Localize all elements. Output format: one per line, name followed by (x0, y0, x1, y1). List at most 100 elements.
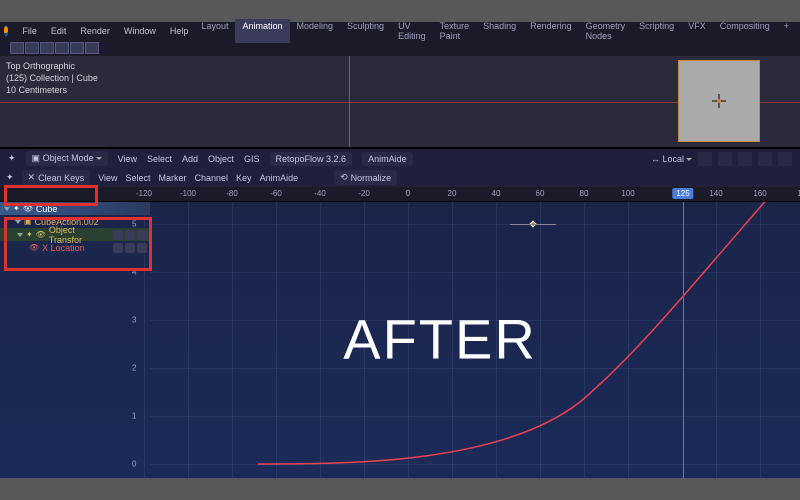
menu-animaide[interactable]: AnimAide (260, 173, 299, 183)
menu-key[interactable]: Key (236, 173, 252, 183)
frame-tick: -20 (358, 189, 370, 198)
menu-gis[interactable]: GIS (244, 154, 260, 164)
gridline-h (150, 464, 800, 465)
workspace-tabs: Layout Animation Modeling Sculpting UV E… (194, 19, 800, 43)
playhead-label[interactable]: 125 (672, 188, 693, 199)
y-axis-label: 0 (132, 460, 136, 469)
disclosure-icon[interactable] (15, 220, 21, 224)
iconbar-box[interactable] (70, 42, 84, 54)
tab-layout[interactable]: Layout (194, 19, 235, 43)
channel-label: Cube (36, 204, 58, 214)
channel-x-location[interactable]: 👁 X Location (0, 241, 150, 254)
iconbar-box[interactable] (40, 42, 54, 54)
menu-select[interactable]: Select (147, 154, 172, 164)
checkbox-icon[interactable] (125, 230, 135, 240)
frame-tick: -120 (136, 189, 152, 198)
camera-preview[interactable] (678, 60, 760, 142)
overlay-watermark: AFTER (343, 306, 537, 371)
channel-object-transform[interactable]: ✦ 👁 Object Transfor (0, 228, 150, 241)
eye-icon[interactable]: 👁 (29, 243, 39, 252)
frame-tick: -100 (180, 189, 196, 198)
menu-edit[interactable]: Edit (45, 24, 73, 38)
tab-vfx[interactable]: VFX (681, 19, 713, 43)
y-axis-label: 4 (132, 268, 136, 277)
y-axis-label: 2 (132, 364, 136, 373)
clean-keys-button[interactable]: ✕Clean Keys (22, 170, 91, 185)
checkbox-icon[interactable] (125, 243, 135, 253)
wrench-icon[interactable] (113, 243, 123, 253)
menu-add[interactable]: Add (182, 154, 198, 164)
tab-uvediting[interactable]: UV Editing (391, 19, 433, 43)
pin-icon[interactable]: ✦ (13, 204, 20, 213)
menu-marker[interactable]: Marker (159, 173, 187, 183)
tab-texturepaint[interactable]: Texture Paint (433, 19, 477, 43)
iconbar-box[interactable] (55, 42, 69, 54)
eye-icon[interactable]: 👁 (36, 230, 46, 239)
editor-type-icon[interactable]: ✦ (6, 172, 14, 183)
gridline-v (320, 202, 321, 478)
iconbar-box[interactable] (85, 42, 99, 54)
menu-render[interactable]: Render (74, 24, 116, 38)
menu-file[interactable]: File (16, 24, 43, 38)
tab-shading[interactable]: Shading (476, 19, 523, 43)
y-axis-label: 3 (132, 316, 136, 325)
gridline-v (628, 202, 629, 478)
disclosure-icon[interactable] (4, 207, 10, 211)
channel-cube[interactable]: ✦ 👁 Cube (0, 202, 150, 215)
gridline-h (150, 416, 800, 417)
gridline-h (150, 224, 800, 225)
channel-label: Object Transfor (49, 225, 110, 245)
menu-view[interactable]: View (98, 173, 117, 183)
menu-select[interactable]: Select (125, 173, 150, 183)
tab-add[interactable]: + (777, 19, 796, 43)
iconbar-box[interactable] (25, 42, 39, 54)
main-menu: File Edit Render Window Help (12, 24, 194, 38)
overlay-icon[interactable] (758, 152, 772, 166)
pivot-icon[interactable] (718, 152, 732, 166)
frame-tick: -60 (270, 189, 282, 198)
gridline-v (760, 202, 761, 478)
tab-compositing[interactable]: Compositing (713, 19, 777, 43)
mode-selector[interactable]: ▣ Object Mode (26, 151, 108, 166)
proportional-icon[interactable] (738, 152, 752, 166)
gridline-v (584, 202, 585, 478)
tab-modeling[interactable]: Modeling (290, 19, 341, 43)
gridline-v (716, 202, 717, 478)
3d-viewport[interactable]: Top Orthographic (125) Collection | Cube… (0, 56, 800, 148)
gridline-v (540, 202, 541, 478)
menu-help[interactable]: Help (164, 24, 195, 38)
shading-icon[interactable] (778, 152, 792, 166)
disclosure-icon[interactable] (17, 233, 23, 237)
playhead-line[interactable] (683, 202, 684, 478)
tab-animation[interactable]: Animation (235, 19, 289, 43)
gridline-v (276, 202, 277, 478)
tab-sculpting[interactable]: Sculpting (340, 19, 391, 43)
viewport-scale: 10 Centimeters (6, 84, 98, 96)
frame-tick: 80 (580, 189, 589, 198)
wrench-icon[interactable] (113, 230, 123, 240)
orientation-selector[interactable]: ↔ Local (651, 154, 692, 164)
editor-type-icon[interactable]: ✦ (8, 153, 16, 164)
tab-rendering[interactable]: Rendering (523, 19, 579, 43)
normalize-icon: ⟲ (340, 172, 348, 183)
lock-icon[interactable] (137, 230, 147, 240)
menu-window[interactable]: Window (118, 24, 162, 38)
tab-scripting[interactable]: Scripting (632, 19, 681, 43)
normalize-toggle[interactable]: ⟲Normalize (334, 170, 397, 185)
iconbar-box[interactable] (10, 42, 24, 54)
tab-geonodes[interactable]: Geometry Nodes (579, 19, 633, 43)
retopoflow-button[interactable]: RetopoFlow 3.2.6 (270, 152, 353, 166)
menu-view[interactable]: View (118, 154, 137, 164)
animaide-button[interactable]: AnimAide (362, 152, 413, 166)
menu-channel[interactable]: Channel (195, 173, 229, 183)
frame-ruler[interactable]: -120-100-80-60-40-2002040608010014016018… (0, 187, 800, 202)
pin-icon[interactable]: ✦ (26, 230, 33, 239)
frame-tick: 40 (492, 189, 501, 198)
graph-editor: ✦ ✕Clean Keys View Select Marker Channel… (0, 168, 800, 478)
action-icon: ▣ (24, 217, 32, 226)
snap-icon[interactable] (698, 152, 712, 166)
menu-object[interactable]: Object (208, 154, 234, 164)
eye-icon[interactable]: 👁 (23, 204, 33, 213)
axis-y-line (349, 56, 350, 147)
lock-icon[interactable] (137, 243, 147, 253)
